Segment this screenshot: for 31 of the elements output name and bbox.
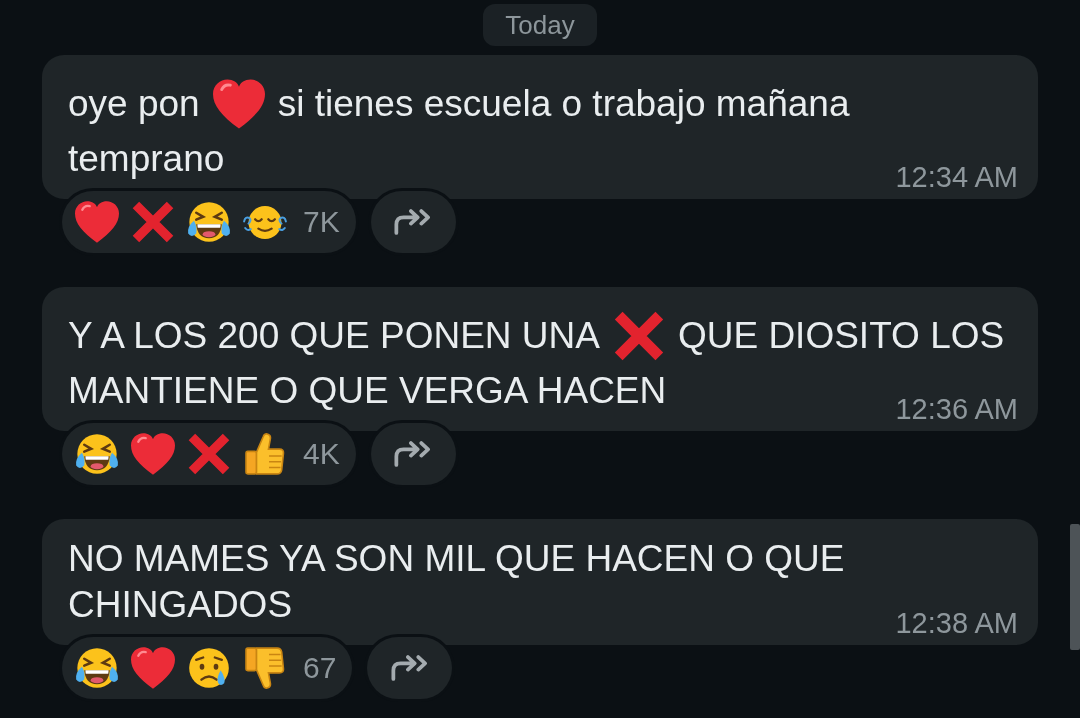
- cross-mark-icon: [131, 200, 175, 243]
- sad-face-icon: [187, 646, 231, 689]
- thumbs-down-icon: [243, 646, 287, 689]
- message-text: QUE DIOSITO LOS: [677, 314, 1005, 358]
- message-time: 12:34 AM: [895, 159, 1018, 194]
- reactions-button[interactable]: 67: [62, 636, 353, 699]
- laughing-face-icon: [187, 200, 231, 243]
- message-time: 12:36 AM: [895, 391, 1018, 426]
- reactions-button[interactable]: 7K: [62, 190, 356, 253]
- message-text: Y A LOS 200 QUE PONEN UNA: [68, 314, 600, 358]
- thumbs-up-icon: [243, 432, 287, 475]
- heart-icon: [131, 432, 175, 475]
- message-text: NO MAMES YA SON MIL QUE HACEN O QUE CHINGADOS: [68, 537, 846, 627]
- cross-mark-icon: [612, 311, 665, 361]
- forward-icon: [390, 654, 429, 681]
- heart-icon: [131, 646, 175, 689]
- date-chip: Today: [483, 4, 597, 46]
- scrollbar-thumb[interactable]: [1070, 524, 1080, 650]
- heart-icon: [212, 79, 265, 129]
- heart-icon: [75, 200, 119, 243]
- cross-mark-icon: [187, 432, 231, 475]
- message-time: 12:38 AM: [895, 605, 1018, 640]
- reactions-button[interactable]: 4K: [62, 422, 356, 485]
- forward-icon: [394, 440, 433, 467]
- message-text: oye pon: [68, 82, 200, 126]
- forward-icon: [394, 208, 433, 235]
- message-text: temprano: [68, 137, 225, 181]
- message-text: si tienes escuela o trabajo mañana: [277, 82, 850, 126]
- message-text: MANTIENE O QUE VERGA HACEN: [68, 369, 667, 413]
- laughing-face-icon: [75, 646, 119, 689]
- laughing-face-icon: [75, 432, 119, 475]
